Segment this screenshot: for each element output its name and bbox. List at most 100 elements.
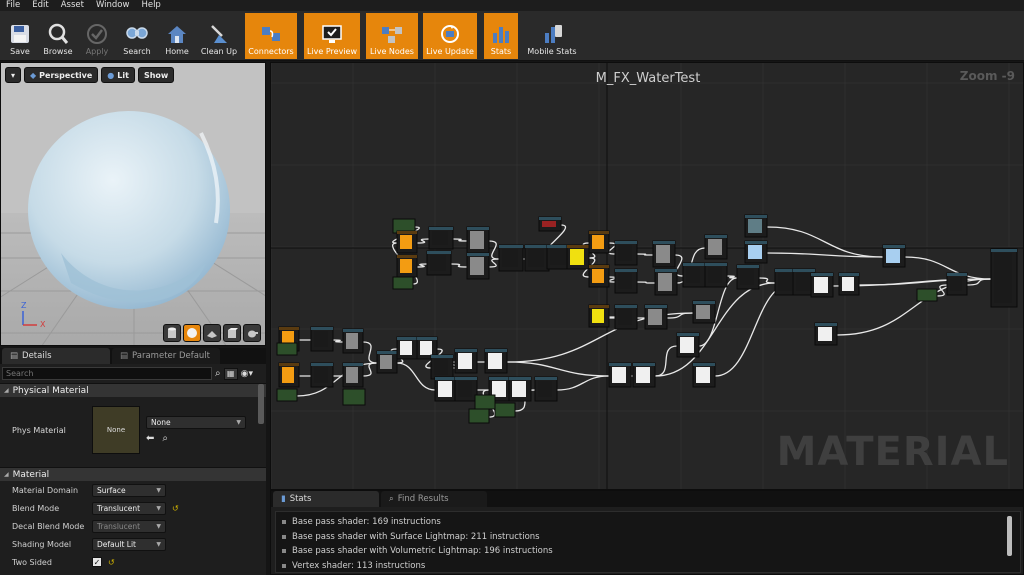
- node-wire[interactable]: [766, 226, 884, 258]
- reset-to-default-icon[interactable]: ↺: [172, 504, 179, 513]
- node-wire[interactable]: [450, 263, 468, 268]
- node-wire[interactable]: [362, 341, 378, 364]
- menu-asset[interactable]: Asset: [55, 0, 90, 11]
- material-node[interactable]: [652, 240, 676, 268]
- material-node[interactable]: [494, 402, 516, 418]
- material-node[interactable]: [614, 268, 638, 294]
- node-wire[interactable]: [488, 258, 500, 268]
- details-search-input[interactable]: [2, 367, 212, 380]
- tab-details[interactable]: ▤ Details: [2, 348, 110, 364]
- preview-viewport[interactable]: Z X ▾ ◆ Perspective ● Lit Show: [0, 62, 266, 346]
- material-node[interactable]: [614, 240, 638, 266]
- material-node[interactable]: [342, 388, 366, 406]
- node-wire[interactable]: [636, 281, 656, 284]
- node-wire[interactable]: [488, 240, 500, 260]
- browse-button[interactable]: Browse: [40, 13, 76, 59]
- phys-material-combo[interactable]: None ▼: [146, 416, 246, 429]
- tab-stats[interactable]: ▮ Stats: [273, 491, 379, 507]
- preview-teapot-button[interactable]: [243, 324, 261, 342]
- material-node[interactable]: [276, 388, 298, 402]
- live-update-button[interactable]: Live Update: [423, 13, 477, 59]
- node-wire[interactable]: [396, 362, 436, 391]
- material-node[interactable]: [484, 348, 508, 374]
- material-node[interactable]: [466, 226, 490, 254]
- perspective-button[interactable]: ◆ Perspective: [24, 67, 99, 83]
- material-graph[interactable]: M_FX_WaterTest Zoom -9 MATERIAL: [270, 62, 1024, 490]
- node-wire[interactable]: [836, 278, 992, 336]
- material-node[interactable]: [588, 230, 610, 254]
- node-wire[interactable]: [607, 276, 617, 283]
- material-node[interactable]: [644, 304, 668, 330]
- material-node[interactable]: [632, 362, 656, 388]
- material-node[interactable]: [946, 272, 968, 296]
- material-node[interactable]: [838, 272, 860, 296]
- node-wire[interactable]: [758, 277, 776, 284]
- live-preview-button[interactable]: Live Preview: [304, 13, 360, 59]
- material-node[interactable]: [396, 230, 418, 254]
- viewport-options-button[interactable]: ▾: [5, 67, 22, 83]
- phys-material-thumbnail[interactable]: None: [92, 406, 140, 454]
- material-node[interactable]: [396, 254, 418, 278]
- tab-find-results[interactable]: ⌕ Find Results: [381, 491, 487, 507]
- preview-plane-button[interactable]: [203, 324, 221, 342]
- browse-search-icon[interactable]: ⌕: [162, 433, 168, 444]
- stats-button[interactable]: Stats: [484, 13, 518, 59]
- apply-button[interactable]: Apply: [79, 13, 115, 59]
- material-node[interactable]: [310, 326, 334, 352]
- details-scrollbar[interactable]: [258, 384, 264, 424]
- material-node[interactable]: [276, 342, 298, 356]
- material-node[interactable]: [692, 362, 716, 388]
- menu-file[interactable]: File: [0, 0, 26, 11]
- clean-up-button[interactable]: Clean Up: [198, 13, 240, 59]
- material-node[interactable]: [676, 332, 700, 358]
- material-node[interactable]: [744, 214, 768, 238]
- node-wire[interactable]: [556, 375, 610, 391]
- node-wire[interactable]: [506, 361, 610, 377]
- node-wire[interactable]: [452, 238, 468, 242]
- material-node[interactable]: [538, 216, 562, 232]
- material-node[interactable]: [916, 288, 938, 302]
- node-wire[interactable]: [332, 339, 344, 343]
- material-node[interactable]: [588, 264, 610, 288]
- use-selected-arrow-icon[interactable]: ⬅: [146, 433, 154, 444]
- material-node[interactable]: [744, 240, 768, 264]
- preview-cube-button[interactable]: [223, 324, 241, 342]
- material-node[interactable]: [704, 234, 728, 260]
- material-node[interactable]: [466, 252, 490, 280]
- menu-edit[interactable]: Edit: [26, 0, 54, 11]
- node-wire[interactable]: [416, 238, 430, 244]
- two-sided-checkbox[interactable]: ✓: [92, 557, 102, 567]
- grid-view-icon[interactable]: ▦: [223, 367, 238, 380]
- mobile-stats-button[interactable]: Mobile Stats: [524, 13, 580, 59]
- material-node[interactable]: [342, 328, 364, 354]
- blend-mode-combo[interactable]: Translucent ▼: [92, 501, 166, 515]
- preview-sphere-button[interactable]: [183, 324, 201, 342]
- material-node[interactable]: [396, 336, 418, 360]
- stats-scrollbar[interactable]: [1007, 516, 1012, 556]
- material-node[interactable]: [608, 362, 632, 388]
- material-node[interactable]: [810, 272, 834, 298]
- material-node[interactable]: [342, 362, 364, 388]
- material-node[interactable]: [278, 362, 300, 388]
- material-domain-combo[interactable]: Surface ▼: [92, 483, 166, 497]
- node-wire[interactable]: [607, 316, 617, 319]
- material-node[interactable]: [426, 250, 452, 276]
- tab-parameter-default[interactable]: ▤ Parameter Default: [112, 348, 220, 364]
- connectors-button[interactable]: Connectors: [245, 13, 297, 59]
- section-physical-material[interactable]: ◢ Physical Material: [0, 383, 266, 397]
- material-node[interactable]: [434, 376, 458, 402]
- node-wire[interactable]: [654, 345, 678, 377]
- material-node[interactable]: [454, 348, 478, 374]
- material-node[interactable]: [474, 394, 496, 410]
- material-node[interactable]: [588, 304, 610, 328]
- node-wire[interactable]: [636, 253, 654, 256]
- material-node[interactable]: [534, 376, 558, 402]
- menu-help[interactable]: Help: [135, 0, 166, 11]
- material-node[interactable]: [814, 322, 838, 346]
- material-node[interactable]: [498, 244, 524, 272]
- home-button[interactable]: Home: [159, 13, 195, 59]
- material-node[interactable]: [682, 262, 706, 288]
- node-wire[interactable]: [362, 362, 378, 377]
- material-node[interactable]: [990, 248, 1018, 308]
- show-button[interactable]: Show: [137, 67, 175, 83]
